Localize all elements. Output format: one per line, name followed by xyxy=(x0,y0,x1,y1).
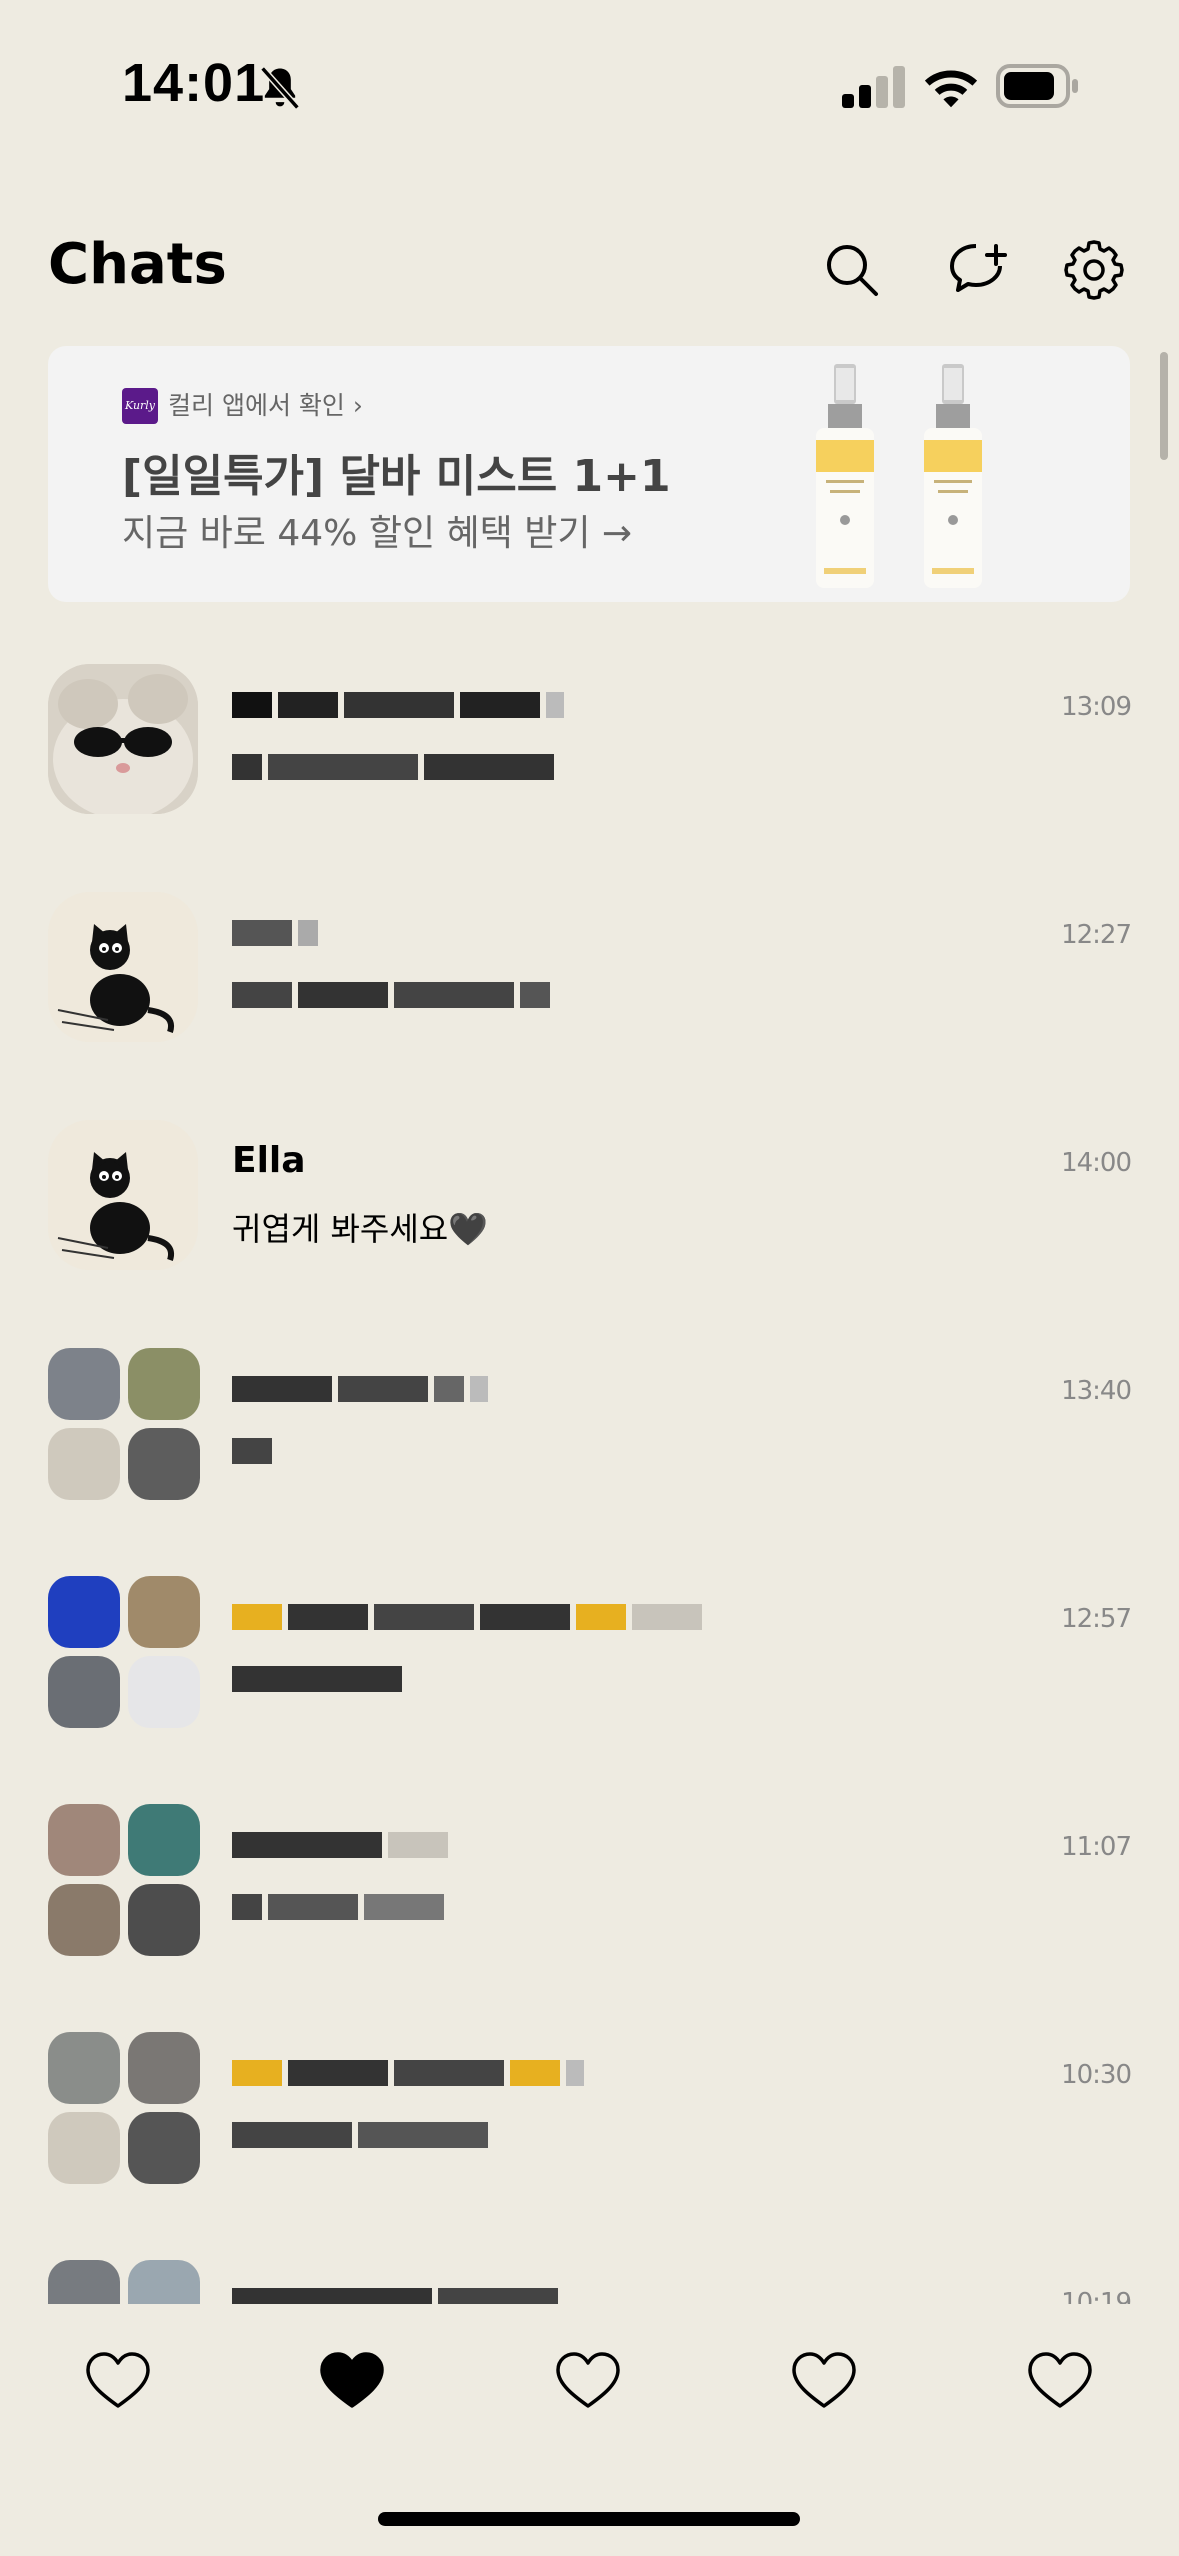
group-avatar xyxy=(48,1804,200,1956)
avatar-cell xyxy=(48,2260,120,2304)
screen: 14:01 Chats Kurly 컬리 앱에서 확인 › [일일특가] 달바 … xyxy=(0,0,1179,2556)
chat-row[interactable]: 13:09 xyxy=(0,644,1179,872)
avatar-cell xyxy=(48,2032,120,2104)
chat-row[interactable]: 12:57 xyxy=(0,1556,1179,1784)
chat-preview-blurred xyxy=(232,1432,272,1470)
chat-row[interactable]: 11:07 xyxy=(0,1784,1179,2012)
avatar-cell xyxy=(128,1348,200,1420)
cellular-signal-icon xyxy=(842,66,905,108)
chat-name-blurred xyxy=(232,2280,558,2304)
chat-name-blurred xyxy=(232,1824,448,1866)
chat-preview-blurred xyxy=(232,1888,444,1926)
avatar-cell xyxy=(48,1348,120,1420)
black-cat-illustration xyxy=(48,1120,198,1270)
avatar-cell xyxy=(48,1804,120,1876)
chat-time: 11:07 xyxy=(1061,1832,1132,1862)
ad-subtitle: 지금 바로 44% 할인 혜택 받기 → xyxy=(122,513,633,554)
chat-name-blurred xyxy=(232,684,564,726)
black-cat-illustration xyxy=(48,892,198,1042)
avatar xyxy=(48,892,198,1042)
chat-time: 10:30 xyxy=(1061,2060,1132,2090)
new-chat-button[interactable] xyxy=(946,238,1010,302)
chat-name-blurred xyxy=(232,1368,488,1410)
tab-bar xyxy=(0,2310,1179,2480)
avatar-cell xyxy=(48,2112,120,2184)
avatar-cell xyxy=(128,2032,200,2104)
tab-friends[interactable] xyxy=(84,2350,152,2412)
status-bar: 14:01 xyxy=(0,0,1179,170)
search-icon xyxy=(827,245,878,296)
avatar-cell xyxy=(128,2260,200,2304)
ad-source-link[interactable]: 컬리 앱에서 확인 › xyxy=(168,388,363,424)
chat-row[interactable]: 10:30 xyxy=(0,2012,1179,2240)
chat-name: Ella xyxy=(232,1140,306,1181)
heart-outline-icon xyxy=(1028,2352,1092,2408)
avatar-cell xyxy=(48,1884,120,1956)
chat-row[interactable]: 13:40 xyxy=(0,1328,1179,1556)
chat-time: 12:57 xyxy=(1061,1604,1132,1634)
group-avatar xyxy=(48,2032,200,2184)
chat-time: 14:00 xyxy=(1061,1148,1132,1178)
heart-outline-icon xyxy=(792,2352,856,2408)
gear-icon xyxy=(1064,240,1124,300)
chat-row[interactable]: 10:19 xyxy=(0,2240,1179,2304)
chat-name-blurred xyxy=(232,912,318,954)
product-bottle-image xyxy=(924,364,982,588)
chat-preview-blurred xyxy=(232,1660,402,1698)
wifi-icon xyxy=(924,70,978,108)
chat-list[interactable]: 13:09 12:27 Ella 귀엽게 봐주세요🖤 14:00 13:40 1… xyxy=(0,644,1179,2304)
avatar-cell xyxy=(128,1804,200,1876)
tab-more[interactable] xyxy=(1026,2350,1094,2412)
group-avatar xyxy=(48,1348,200,1500)
chat-row[interactable]: 12:27 xyxy=(0,872,1179,1100)
settings-button[interactable] xyxy=(1062,238,1126,302)
chat-name-blurred xyxy=(232,2052,584,2094)
battery-icon xyxy=(996,64,1078,108)
chat-time: 13:09 xyxy=(1061,692,1132,722)
tab-chats[interactable] xyxy=(318,2350,386,2412)
chat-preview-blurred xyxy=(232,748,554,786)
home-indicator[interactable] xyxy=(378,2512,800,2526)
product-bottle-image xyxy=(816,364,874,588)
avatar-cell xyxy=(48,1576,120,1648)
tab-shopping[interactable] xyxy=(790,2350,858,2412)
chat-preview: 귀엽게 봐주세요🖤 xyxy=(232,1210,489,1248)
avatar-cell xyxy=(48,1428,120,1500)
group-avatar xyxy=(48,2260,200,2304)
new-chat-icon xyxy=(950,244,1007,292)
ad-banner[interactable]: Kurly 컬리 앱에서 확인 › [일일특가] 달바 미스트 1+1 지금 바… xyxy=(48,346,1130,602)
chat-time: 13:40 xyxy=(1061,1376,1132,1406)
search-button[interactable] xyxy=(820,238,884,302)
chat-name-blurred xyxy=(232,1596,702,1638)
avatar-cell xyxy=(128,1428,200,1500)
ad-title: [일일특가] 달바 미스트 1+1 xyxy=(122,451,671,502)
avatar-cell xyxy=(48,1656,120,1728)
chat-time: 10:19 xyxy=(1061,2288,1132,2304)
heart-filled-icon xyxy=(320,2352,384,2408)
scrollbar[interactable] xyxy=(1160,352,1168,460)
page-title: Chats xyxy=(48,232,227,297)
avatar-cell xyxy=(128,1884,200,1956)
heart-outline-icon xyxy=(556,2352,620,2408)
avatar-cell xyxy=(128,1656,200,1728)
chat-preview-blurred xyxy=(232,976,550,1014)
group-avatar xyxy=(48,1576,200,1728)
kurly-logo: Kurly xyxy=(122,388,158,424)
status-time: 14:01 xyxy=(122,53,266,113)
tab-open-chat[interactable] xyxy=(554,2350,622,2412)
chat-time: 12:27 xyxy=(1061,920,1132,950)
chat-preview-blurred xyxy=(232,2116,488,2154)
chat-row-ella[interactable]: Ella 귀엽게 봐주세요🖤 14:00 xyxy=(0,1100,1179,1328)
avatar-cell xyxy=(128,1576,200,1648)
cat-sunglasses-photo xyxy=(48,664,198,814)
heart-outline-icon xyxy=(86,2352,150,2408)
avatar xyxy=(48,664,198,814)
bell-off-icon xyxy=(260,66,300,110)
avatar xyxy=(48,1120,198,1270)
avatar-cell xyxy=(128,2112,200,2184)
